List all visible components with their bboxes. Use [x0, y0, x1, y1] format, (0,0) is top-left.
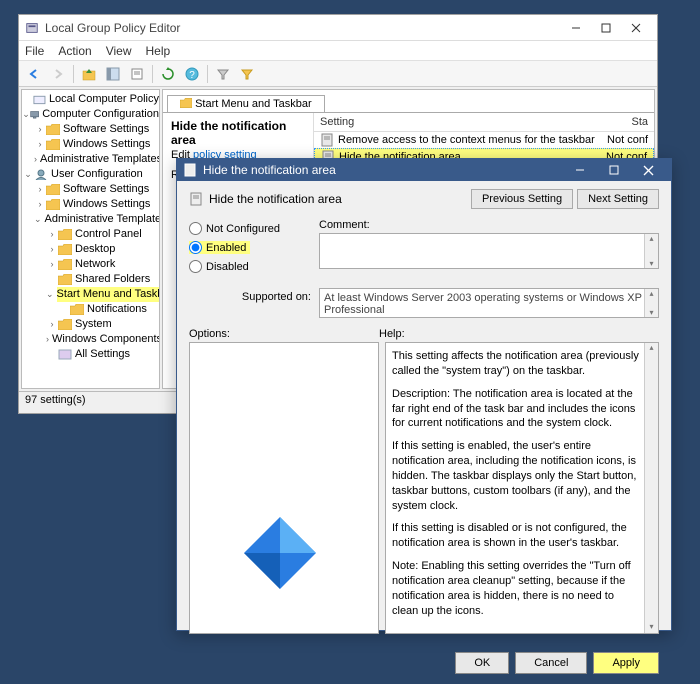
comment-label: Comment: [319, 219, 659, 231]
menu-view[interactable]: View [106, 44, 132, 58]
tree-root[interactable]: Local Computer Policy [49, 92, 159, 107]
ok-button[interactable]: OK [455, 652, 509, 674]
watermark-icon [240, 513, 320, 593]
menubar: File Action View Help [19, 41, 657, 61]
filter-options-button[interactable] [236, 63, 258, 85]
supported-on-label: Supported on: [189, 288, 319, 303]
menu-action[interactable]: Action [58, 44, 91, 58]
tree-system[interactable]: System [75, 317, 112, 332]
refresh-button[interactable] [157, 63, 179, 85]
svg-text:?: ? [189, 70, 195, 81]
help-text: If this setting is enabled, the user's e… [392, 439, 640, 513]
tree-cc-admin[interactable]: Administrative Templates [40, 152, 160, 167]
help-text: If this setting is disabled or is not co… [392, 521, 640, 551]
tree-desktop[interactable]: Desktop [75, 242, 115, 257]
col-state[interactable]: Sta [594, 113, 654, 131]
tree-network[interactable]: Network [75, 257, 115, 272]
tree-uc-windows[interactable]: Windows Settings [63, 197, 150, 212]
tree-uc-admin[interactable]: Administrative Templates [45, 212, 160, 227]
policy-icon [189, 192, 203, 206]
radio-not-configured[interactable]: Not Configured [189, 222, 319, 235]
tree-start-menu-taskbar[interactable]: Start Menu and Taskbar [57, 287, 160, 302]
dialog-close-button[interactable] [631, 159, 665, 181]
maximize-button[interactable] [591, 18, 621, 38]
list-header[interactable]: Setting Sta [314, 113, 654, 132]
help-label: Help: [379, 328, 405, 340]
properties-button[interactable] [126, 63, 148, 85]
help-box: This setting affects the notification ar… [385, 342, 659, 634]
tree-windows-components[interactable]: Windows Components [52, 332, 160, 347]
next-setting-button[interactable]: Next Setting [577, 189, 659, 209]
comment-textarea[interactable]: ▴▾ [319, 233, 659, 269]
back-button[interactable] [23, 63, 45, 85]
tree-cc-software[interactable]: Software Settings [63, 122, 149, 137]
menu-help[interactable]: Help [146, 44, 171, 58]
scrollbar[interactable]: ▴▾ [644, 343, 658, 633]
show-hide-tree-button[interactable] [102, 63, 124, 85]
radio-enabled[interactable]: Enabled [189, 241, 250, 254]
help-text: Note: Enabling this setting overrides th… [392, 559, 640, 618]
policy-dialog: Hide the notification area Hide the noti… [176, 158, 672, 631]
help-text: This setting affects the notification ar… [392, 349, 640, 379]
close-button[interactable] [621, 18, 651, 38]
radio-disabled[interactable]: Disabled [189, 260, 319, 273]
tree-all-settings[interactable]: All Settings [75, 347, 130, 362]
previous-setting-button[interactable]: Previous Setting [471, 189, 573, 209]
minimize-button[interactable] [561, 18, 591, 38]
gpedit-app-icon [25, 21, 39, 35]
supported-on-text: At least Windows Server 2003 operating s… [319, 288, 659, 318]
help-button[interactable]: ? [181, 63, 203, 85]
dialog-maximize-button[interactable] [597, 159, 631, 181]
forward-button[interactable] [47, 63, 69, 85]
options-label: Options: [189, 328, 379, 340]
tree-comp-config[interactable]: Computer Configuration [42, 107, 159, 122]
tree-control-panel[interactable]: Control Panel [75, 227, 142, 242]
scrollbar[interactable]: ▴▾ [644, 289, 658, 317]
up-button[interactable] [78, 63, 100, 85]
menu-file[interactable]: File [25, 44, 44, 58]
toolbar: ? [19, 61, 657, 87]
dialog-heading: Hide the notification area [209, 192, 342, 206]
apply-button[interactable]: Apply [593, 652, 659, 674]
setting-row[interactable]: Remove access to the context menus for t… [314, 132, 654, 148]
options-box [189, 342, 379, 634]
dialog-minimize-button[interactable] [563, 159, 597, 181]
cancel-button[interactable]: Cancel [515, 652, 587, 674]
tree-user-config[interactable]: User Configuration [51, 167, 143, 182]
selected-setting-title: Hide the notification area [163, 113, 313, 149]
tree-view[interactable]: Local Computer Policy ⌄Computer Configur… [21, 89, 160, 389]
tree-uc-software[interactable]: Software Settings [63, 182, 149, 197]
window-title: Local Group Policy Editor [45, 21, 561, 35]
tree-shared-folders[interactable]: Shared Folders [75, 272, 150, 287]
tree-notifications[interactable]: Notifications [87, 302, 147, 317]
dialog-title: Hide the notification area [203, 163, 563, 177]
policy-icon [183, 163, 197, 177]
tree-cc-windows[interactable]: Windows Settings [63, 137, 150, 152]
scrollbar[interactable]: ▴▾ [644, 234, 658, 268]
titlebar[interactable]: Local Group Policy Editor [19, 15, 657, 41]
col-setting[interactable]: Setting [314, 113, 594, 131]
dialog-titlebar[interactable]: Hide the notification area [177, 159, 671, 181]
pane-tab[interactable]: Start Menu and Taskbar [167, 95, 325, 112]
help-text: Description: The notification area is lo… [392, 387, 640, 432]
filter-button[interactable] [212, 63, 234, 85]
